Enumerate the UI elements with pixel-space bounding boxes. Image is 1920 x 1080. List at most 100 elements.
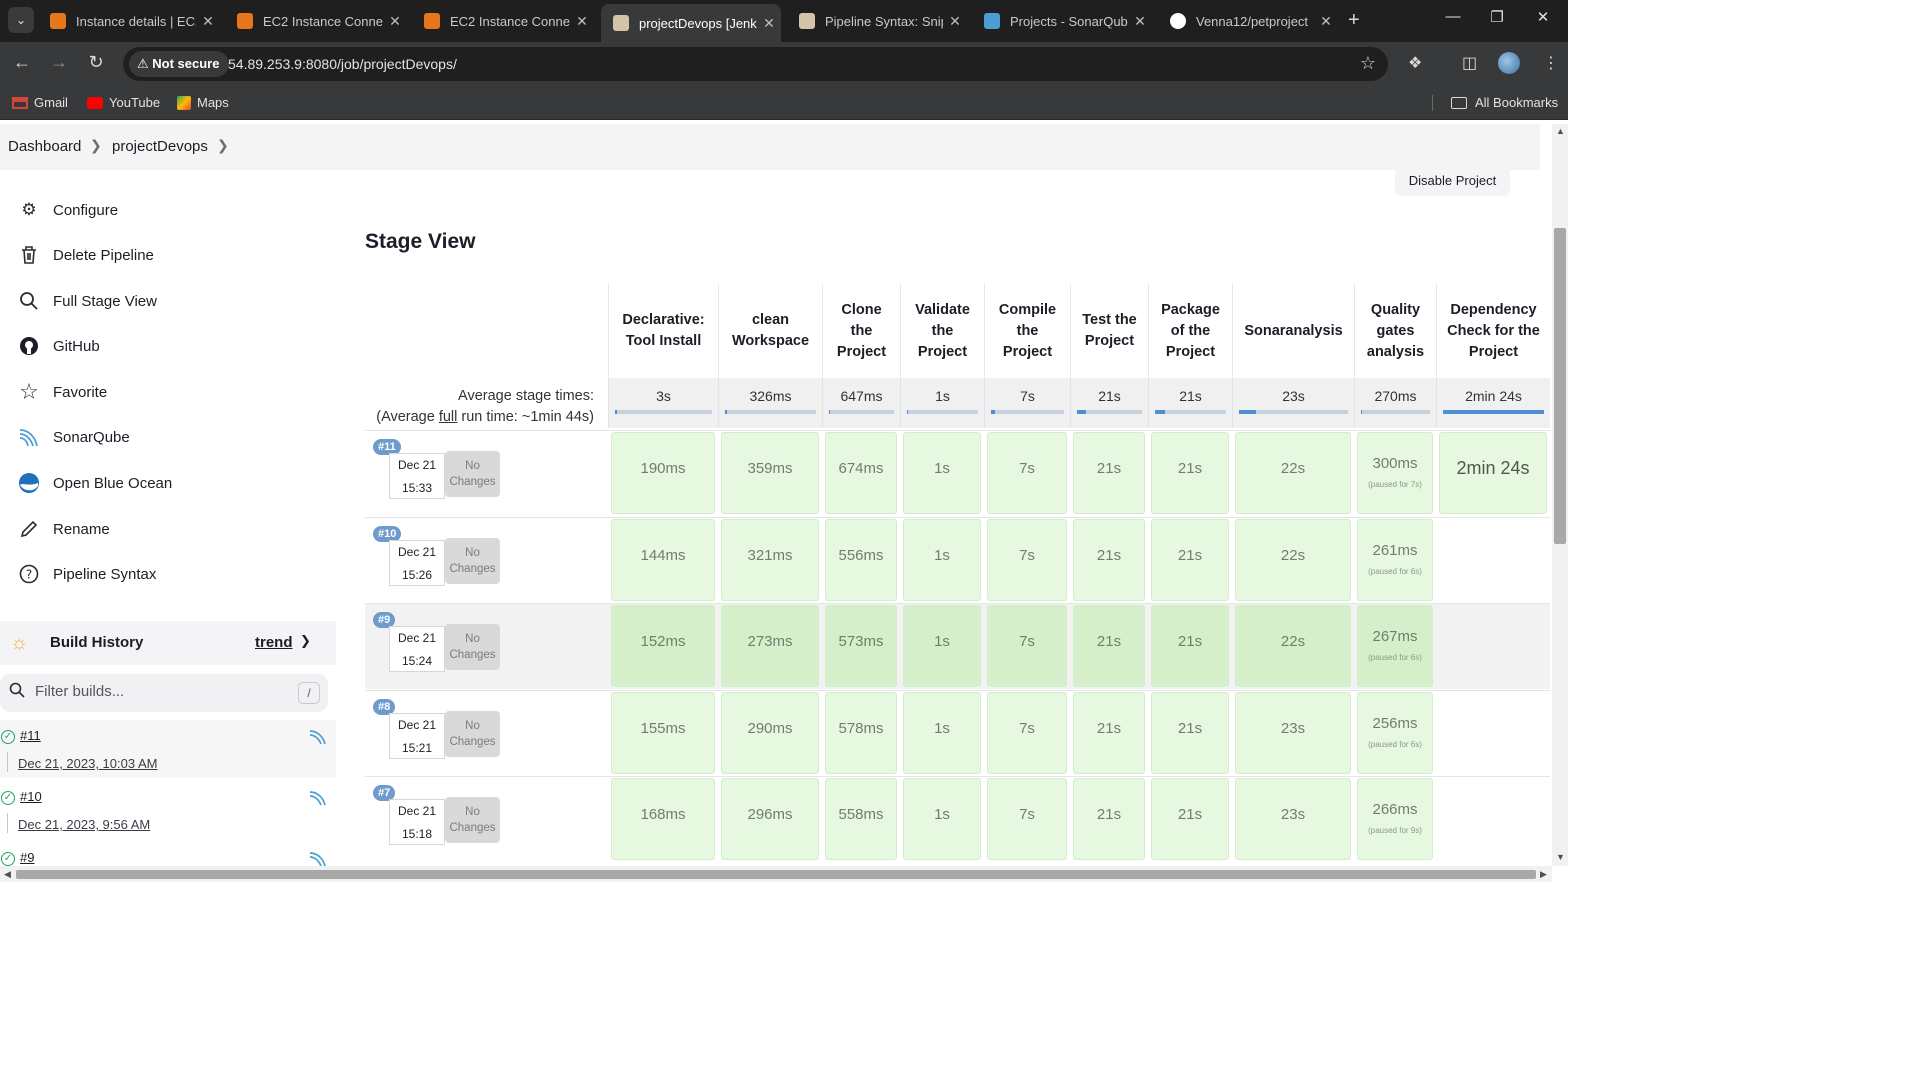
stage-cell[interactable]: 21s (1151, 605, 1229, 687)
tab-close-icon[interactable]: ✕ (196, 13, 220, 30)
stage-cell[interactable]: 359ms (721, 432, 819, 514)
stage-cell[interactable]: 190ms (611, 432, 715, 514)
scroll-down-arrow-icon[interactable]: ▼ (1556, 852, 1565, 862)
browser-menu-icon[interactable]: ⋮ (1543, 53, 1559, 73)
stage-cell[interactable]: 22s (1235, 605, 1351, 687)
full-run-time-link[interactable]: full (439, 409, 458, 425)
stage-cell[interactable]: 290ms (721, 691, 819, 774)
stage-cell[interactable]: 21s (1151, 518, 1229, 601)
stage-cell[interactable]: 558ms (825, 778, 897, 860)
back-arrow-icon[interactable]: ← (10, 52, 34, 73)
horizontal-scrollbar[interactable]: ◀ ▶ (0, 866, 1552, 882)
stage-cell[interactable]: 7s (987, 691, 1067, 774)
not-secure-chip[interactable]: ⚠ Not secure (129, 51, 230, 77)
profile-avatar[interactable] (1498, 52, 1520, 74)
stage-cell[interactable]: 21s (1151, 778, 1229, 860)
browser-tab[interactable]: Instance details | EC2 ✕ (38, 6, 220, 36)
stage-cell[interactable]: 7s (987, 518, 1067, 601)
build-history-row[interactable]: ✓ #10 Dec 21, 2023, 9:56 AM (0, 781, 336, 839)
browser-tab[interactable]: EC2 Instance Connect ✕ (225, 6, 407, 36)
stage-cell[interactable]: 22s (1235, 518, 1351, 601)
tab-search-chevron-icon[interactable]: ⌄ (8, 7, 34, 33)
vertical-scrollbar[interactable]: ▲ ▼ (1552, 124, 1568, 866)
stage-cell[interactable]: 674ms (825, 432, 897, 514)
build-number-link[interactable]: #10 (20, 789, 42, 804)
no-changes-box[interactable]: No Changes (445, 624, 500, 670)
sidebar-item-favorite[interactable]: ☆ Favorite (18, 379, 107, 404)
url-text[interactable]: 54.89.253.9:8080/job/projectDevops/ (228, 56, 457, 72)
stage-cell[interactable]: 256ms (paused for 6s) (1357, 691, 1433, 774)
side-panel-icon[interactable]: ◫ (1462, 53, 1477, 73)
stage-cell[interactable]: 155ms (611, 691, 715, 774)
stage-cell[interactable]: 267ms (paused for 6s) (1357, 605, 1433, 687)
tab-close-icon[interactable]: ✕ (1314, 13, 1338, 30)
browser-tab[interactable]: Venna12/petproject ✕ (1158, 6, 1338, 36)
stage-cell[interactable]: 578ms (825, 691, 897, 774)
restore-icon[interactable]: ❐ (1474, 8, 1520, 26)
stage-cell[interactable]: 152ms (611, 605, 715, 687)
extensions-puzzle-icon[interactable]: ❖ (1408, 53, 1422, 73)
stage-cell[interactable]: 7s (987, 778, 1067, 860)
stage-cell[interactable]: 168ms (611, 778, 715, 860)
stage-cell[interactable]: 300ms (paused for 7s) (1357, 432, 1433, 514)
sonarqube-icon[interactable] (308, 789, 328, 807)
browser-tab[interactable]: Pipeline Syntax: Snippet✕ (787, 6, 967, 36)
stage-cell[interactable]: 21s (1073, 518, 1145, 601)
vertical-scrollbar-thumb[interactable] (1554, 228, 1566, 544)
build-number-link[interactable]: #9 (20, 850, 34, 865)
no-changes-box[interactable]: No Changes (445, 710, 500, 757)
sidebar-item-delete-pipeline[interactable]: Delete Pipeline (18, 243, 154, 267)
stage-cell[interactable]: 21s (1151, 691, 1229, 774)
stage-cell[interactable]: 21s (1073, 778, 1145, 860)
stage-cell[interactable]: 2min 24s (1439, 432, 1547, 514)
build-date-link[interactable]: Dec 21, 2023, 10:03 AM (18, 756, 157, 771)
tab-close-icon[interactable]: ✕ (943, 13, 967, 30)
stage-cell[interactable]: 1s (903, 518, 981, 601)
stage-cell[interactable]: 21s (1073, 691, 1145, 774)
scroll-up-arrow-icon[interactable]: ▲ (1556, 126, 1565, 136)
tab-close-icon[interactable]: ✕ (1128, 13, 1152, 30)
bookmark-youtube[interactable]: YouTube (87, 95, 160, 110)
bookmark-maps[interactable]: Maps (177, 95, 229, 110)
sidebar-item-rename[interactable]: Rename (18, 517, 110, 541)
sidebar-item-full-stage-view[interactable]: Full Stage View (18, 289, 157, 313)
tab-close-icon[interactable]: ✕ (383, 13, 407, 30)
reload-icon[interactable]: ↻ (84, 52, 108, 73)
stage-cell[interactable]: 1s (903, 691, 981, 774)
stage-cell[interactable]: 22s (1235, 432, 1351, 514)
stage-cell[interactable]: 573ms (825, 605, 897, 687)
stage-cell[interactable]: 266ms (paused for 9s) (1357, 778, 1433, 860)
browser-tab[interactable]: EC2 Instance Connect ✕ (412, 6, 594, 36)
stage-cell[interactable]: 144ms (611, 518, 715, 601)
stage-cell[interactable]: 296ms (721, 778, 819, 860)
sidebar-item-pipeline-syntax[interactable]: ? Pipeline Syntax (18, 562, 156, 586)
stage-cell[interactable]: 21s (1073, 605, 1145, 687)
scroll-left-arrow-icon[interactable]: ◀ (4, 869, 11, 880)
sonarqube-icon[interactable] (308, 850, 328, 866)
no-changes-box[interactable]: No Changes (445, 797, 500, 843)
address-bar[interactable]: ⚠ Not secure 54.89.253.9:8080/job/projec… (123, 47, 1388, 81)
stage-cell[interactable]: 1s (903, 432, 981, 514)
sidebar-item-github[interactable]: GitHub (18, 334, 100, 358)
disable-project-button[interactable]: Disable Project (1395, 166, 1510, 196)
stage-cell[interactable]: 321ms (721, 518, 819, 601)
stage-cell[interactable]: 1s (903, 605, 981, 687)
stage-cell[interactable]: 21s (1151, 432, 1229, 514)
no-changes-box[interactable]: No Changes (445, 451, 500, 497)
minimize-icon[interactable]: — (1430, 8, 1476, 25)
build-number-link[interactable]: #11 (20, 728, 41, 743)
chevron-down-icon[interactable]: ❯ (300, 633, 311, 649)
stage-cell[interactable]: 1s (903, 778, 981, 860)
sidebar-item-sonarqube[interactable]: SonarQube (18, 425, 130, 449)
stage-cell[interactable]: 261ms (paused for 6s) (1357, 518, 1433, 601)
stage-cell[interactable]: 21s (1073, 432, 1145, 514)
stage-cell[interactable]: 23s (1235, 691, 1351, 774)
window-close-icon[interactable]: ✕ (1520, 8, 1566, 26)
stage-cell[interactable]: 7s (987, 605, 1067, 687)
scroll-right-arrow-icon[interactable]: ▶ (1540, 869, 1547, 880)
sonarqube-icon[interactable] (308, 728, 328, 746)
trend-link[interactable]: trend (255, 634, 293, 651)
filter-builds-input[interactable] (35, 683, 285, 700)
sidebar-item-open-blue-ocean[interactable]: Open Blue Ocean (18, 471, 172, 495)
forward-arrow-icon[interactable]: → (47, 52, 71, 73)
